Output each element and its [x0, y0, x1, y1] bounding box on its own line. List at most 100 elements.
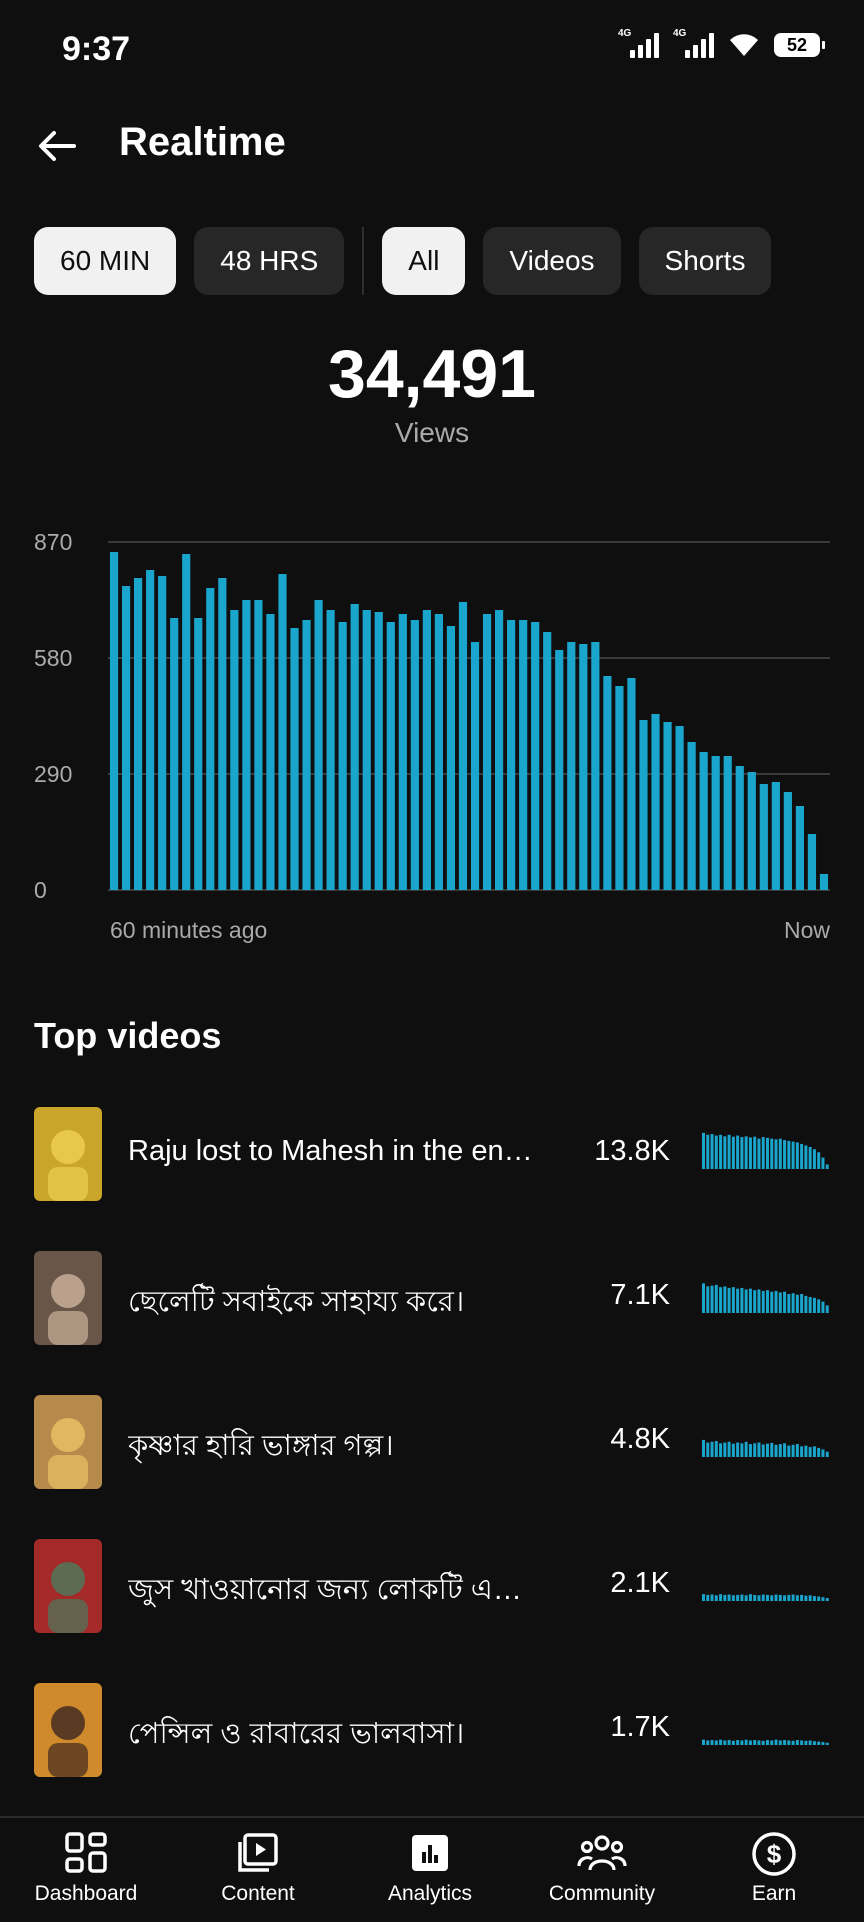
cellular-signal-icon-2: 4G [673, 28, 714, 58]
sparkline-bar [710, 1285, 714, 1313]
sparkline-bar [748, 1740, 752, 1745]
sparkline-bar [800, 1446, 804, 1457]
sparkline-bar [804, 1145, 808, 1169]
chart-bar [807, 834, 817, 890]
video-sparkline [702, 1739, 829, 1745]
nav-content[interactable]: Content [172, 1818, 344, 1922]
sparkline-bar [808, 1740, 812, 1745]
top-video-row[interactable]: Raju lost to Mahesh in the en… 13.8K [34, 1107, 830, 1201]
chart-bar [374, 612, 383, 890]
chart-bar [783, 792, 792, 890]
sparkline-bar [808, 1146, 812, 1169]
sparkline-bar [766, 1290, 769, 1313]
sparkline-bar [753, 1290, 757, 1313]
chart-bar [735, 766, 744, 890]
sparkline-bar [800, 1594, 804, 1601]
sparkline-bar [825, 1164, 829, 1169]
chip-60-min[interactable]: 60 MIN [34, 227, 177, 295]
chart-bar [446, 626, 456, 890]
status-time: 9:37 [62, 30, 131, 68]
sparkline-bar [757, 1138, 761, 1169]
chart-bar [290, 628, 299, 890]
sparkline-bar [791, 1594, 795, 1601]
chip-shorts[interactable]: Shorts [638, 227, 772, 295]
sparkline-bar [761, 1290, 765, 1313]
sparkline-bar [761, 1137, 765, 1169]
sparkline-bar [795, 1444, 799, 1457]
chart-bar [158, 576, 167, 890]
chart-bar [422, 610, 431, 890]
chart-bar [434, 614, 444, 890]
top-video-row[interactable]: জুস খাওয়ানোর জন্য লোকটি এ… 2.1K [34, 1539, 830, 1633]
sparkline-bar [714, 1135, 718, 1169]
total-views-label: Views [394, 417, 470, 448]
sparkline-bar [736, 1442, 740, 1457]
back-arrow-icon[interactable] [34, 122, 82, 170]
sparkline-bar [727, 1287, 731, 1313]
sparkline-bar [736, 1594, 740, 1601]
sparkline-bar [740, 1443, 744, 1457]
sparkline-bar [727, 1740, 731, 1745]
sparkline-bar [774, 1444, 778, 1457]
chart-bar [747, 772, 756, 890]
chart-bar [543, 632, 552, 890]
video-sparkline [702, 1283, 829, 1313]
sparkline-bar [744, 1595, 748, 1601]
sparkline-bar [702, 1439, 705, 1457]
video-views: 1.7K [610, 1711, 670, 1743]
sparkline-bar [787, 1445, 791, 1457]
top-video-row[interactable]: কৃষ্ণার হারি ভাঙ্গার গল্প। 4.8K [34, 1395, 830, 1489]
sparkline-bar [795, 1595, 799, 1601]
nav-dashboard-label: Dashboard [34, 1882, 138, 1905]
sparkline-bar [787, 1294, 791, 1313]
dollar-circle-icon: $ [752, 1832, 796, 1876]
sparkline-bar [783, 1140, 787, 1169]
page-title: Realtime [119, 120, 286, 164]
sparkline-bar [808, 1447, 812, 1457]
video-title: কৃষ্ণার হারি ভাঙ্গার গল্প। [128, 1430, 394, 1462]
sparkline-bar [731, 1287, 735, 1313]
chart-bar [567, 642, 576, 890]
total-views-value: 34,491 [328, 336, 536, 412]
sparkline-bar [774, 1290, 778, 1313]
sparkline-bar [778, 1292, 782, 1313]
video-thumbnail [34, 1683, 102, 1777]
sparkline-bar [804, 1595, 808, 1601]
content-icon [238, 1833, 278, 1872]
sparkline-bar [706, 1134, 710, 1169]
analytics-icon [412, 1835, 448, 1871]
sparkline-bar [825, 1742, 829, 1745]
nav-community[interactable]: Community [516, 1818, 688, 1922]
sparkline-bar [774, 1594, 778, 1601]
sparkline-bar [748, 1137, 752, 1169]
chart-bar [482, 614, 492, 890]
chart-bar [663, 722, 672, 890]
sparkline-bar [770, 1442, 774, 1457]
chart-bar [494, 610, 504, 890]
chip-all[interactable]: All [382, 227, 466, 295]
chip-videos[interactable]: Videos [483, 227, 621, 295]
chart-bar [386, 622, 395, 890]
sparkline-bar [753, 1136, 757, 1169]
video-thumbnail [34, 1395, 102, 1489]
sparkline-bar [719, 1287, 723, 1313]
chart-bar [579, 644, 588, 890]
top-video-row[interactable]: ছেলেটি সবাইকে সাহায্য করে। 7.1K [34, 1251, 830, 1345]
sparkline-bar [761, 1740, 765, 1745]
chart-bar [519, 620, 528, 890]
top-video-row[interactable]: পেন্সিল ও রাবারের ভালবাসা। 1.7K [34, 1683, 830, 1777]
sparkline-bar [731, 1136, 735, 1169]
sparkline-bar [817, 1447, 821, 1457]
nav-earn[interactable]: $ Earn [688, 1818, 860, 1922]
chip-48-hrs[interactable]: 48 HRS [194, 227, 345, 295]
sparkline-bar [821, 1157, 825, 1169]
sparkline-bar [812, 1446, 816, 1457]
video-views: 2.1K [610, 1567, 670, 1599]
sparkline-bar [736, 1288, 740, 1313]
nav-dashboard[interactable]: Dashboard [0, 1818, 172, 1922]
video-sparkline [702, 1439, 829, 1457]
sparkline-bar [744, 1739, 748, 1745]
nav-analytics[interactable]: Analytics [344, 1818, 516, 1922]
sparkline-bar [740, 1287, 744, 1313]
chart-bar [627, 678, 636, 890]
